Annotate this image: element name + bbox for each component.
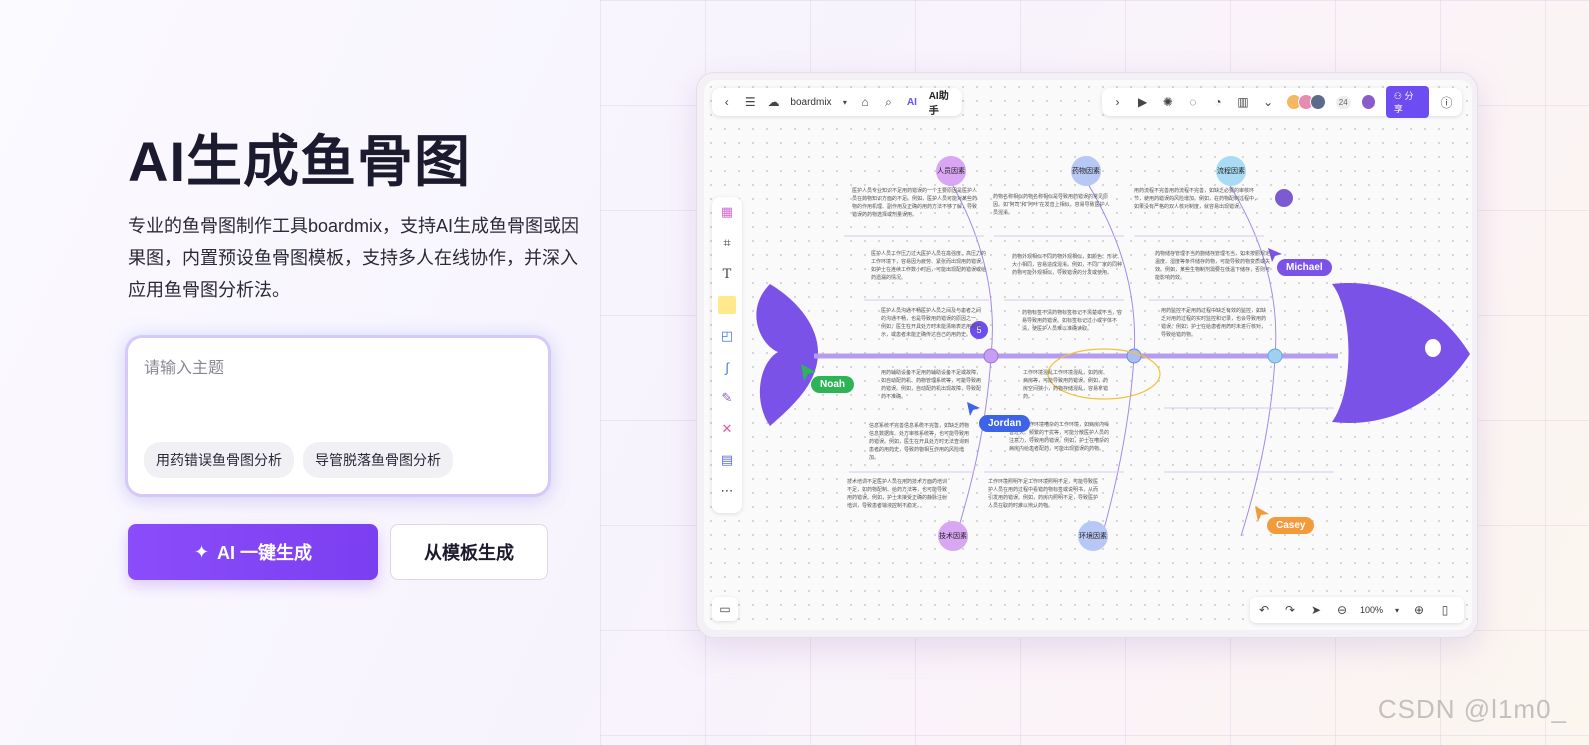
category-environment[interactable]: 环境因素 — [1078, 521, 1108, 551]
note-text: 药物名称相似药物名称相似是导致用药错误的常见原因。如“阿司”和“阿咔”在发音上相… — [993, 194, 1110, 216]
suggestion-chips: 用药错误鱼骨图分析 导管脱落鱼骨图分析 — [144, 442, 453, 478]
cursor-tag-noah: Noah — [811, 376, 854, 393]
note-text: 用药监控不足用药过程中缺乏有效的监控，如缺乏对用药过程的实时监控和记录，也会导致… — [1161, 308, 1267, 338]
whiteboard-canvas[interactable]: ‹ ☰ ☁ boardmix ▾ ⌂ ⌕ AI AI助手 › ▶ ✺ ◌ ◔ ▥… — [704, 80, 1472, 630]
cursor-arrow — [1255, 506, 1269, 522]
zoom-level[interactable]: 100% — [1360, 605, 1383, 615]
note-text: 信息系统不完善信息系统不完善，如缺乏药物信息数据库、处方审核系统等，也可能导致用… — [869, 423, 969, 461]
topic-input-card[interactable]: 请输入主题 用药错误鱼骨图分析 导管脱落鱼骨图分析 — [128, 338, 548, 494]
note-text: 药物外观相似不同药物外观相似，如颜色、形状、大小相同，容易造成混淆。例如，不同厂… — [1012, 254, 1123, 276]
topic-input[interactable]: 请输入主题 — [144, 354, 532, 378]
ai-generate-button[interactable]: ✦ AI 一键生成 — [128, 524, 378, 580]
suggestion-chip[interactable]: 用药错误鱼骨图分析 — [144, 442, 294, 478]
cursor-tag-jordan: Jordan — [979, 415, 1031, 432]
redo-icon[interactable]: ↷ — [1282, 602, 1298, 618]
cursor-tag-casey: Casey — [1267, 517, 1315, 534]
fish-eye — [1425, 339, 1441, 357]
note-text: 技术培训不足医护人员在用药技术方面的培训不足，如药物配制、给药方法等，也可能导致… — [847, 479, 947, 509]
cursor-tag-michael: Michael — [1277, 259, 1332, 276]
undo-icon[interactable]: ↶ — [1256, 602, 1272, 618]
note-text: 药物储存管理不当药物储存管理不当，如未按照规定温度、湿度等条件储存药物，可能导致… — [1155, 251, 1270, 281]
category-process[interactable]: 流程因素 — [1216, 156, 1246, 186]
fish-tail — [756, 284, 818, 426]
avatar[interactable] — [1274, 188, 1294, 208]
category-people[interactable]: 人员因素 — [936, 156, 966, 186]
spine-node — [983, 348, 999, 364]
suggestion-chip[interactable]: 导管脱落鱼骨图分析 — [303, 442, 453, 478]
category-technology[interactable]: 技术因素 — [938, 521, 968, 551]
template-generate-button[interactable]: 从模板生成 — [390, 524, 548, 580]
zoom-out-icon[interactable]: ⊖ — [1334, 602, 1350, 618]
fish-head — [1332, 283, 1470, 423]
note-text: 工作环境混乱工作环境混乱，如药房、病房等，可能导致用药错误。例如，药房空间狭小，… — [1023, 370, 1108, 400]
hero-description: 专业的鱼骨图制作工具boardmix，支持AI生成鱼骨图或因果图，内置预设鱼骨图… — [128, 216, 580, 300]
note-text: 医护人员专业知识不足用药错误的一个主要原因是医护人员在药物知识方面的不足。例如，… — [852, 188, 977, 218]
note-text: 医护人员工作压力过大医护人员在高强度、高压力的工作环境下，容易因为疲劳、紧张而出… — [871, 251, 986, 281]
watermark: CSDN @l1m0_ — [1377, 694, 1567, 724]
note-text: 药物标签不清药物标签标记不清楚或不当，容易导致用药错误。如标签标记过小或字体不清… — [1022, 310, 1122, 332]
note-text: 医护人员沟通不畅医护人员之间及与患者之间的沟通不畅，也是导致用药错误的原因之一。… — [881, 308, 981, 338]
note-text: 用药辅助设备不足用药辅助设备不足或故障，如自动配药机、药物管理系统等，可能导致用… — [881, 370, 981, 400]
cursor-arrow — [967, 402, 980, 416]
zoom-in-icon[interactable]: ⊕ — [1411, 602, 1427, 618]
page-title: AI生成鱼骨图 — [128, 130, 471, 193]
note-text: 工作环境照明不足工作环境照明不足，可能导致医护人员在用药过程中看错药物标签或说明… — [988, 479, 1099, 509]
note-text: 用药流程不完善用药流程不完善，如缺乏必要的审核环节，使用药错误的风险增加。例如，… — [1134, 188, 1259, 210]
select-icon[interactable]: ➤ — [1308, 602, 1324, 618]
minimap-button[interactable]: ▭ — [712, 597, 738, 621]
sparkle-icon: ✦ — [193, 541, 210, 562]
minimap-icon: ▭ — [719, 602, 731, 616]
hero-section: AI生成鱼骨图 专业的鱼骨图制作工具boardmix，支持AI生成鱼骨图或因果图… — [128, 128, 598, 306]
spine-node — [1267, 348, 1283, 364]
category-drug[interactable]: 药物因素 — [1071, 156, 1101, 186]
ai-generate-label: AI 一键生成 — [217, 543, 313, 563]
chevron-down-icon[interactable]: ▾ — [1393, 602, 1401, 618]
bottom-right-toolbar: ↶ ↷ ➤ ⊖ 100% ▾ ⊕ ▯ — [1250, 597, 1464, 623]
book-icon[interactable]: ▯ — [1437, 602, 1453, 618]
